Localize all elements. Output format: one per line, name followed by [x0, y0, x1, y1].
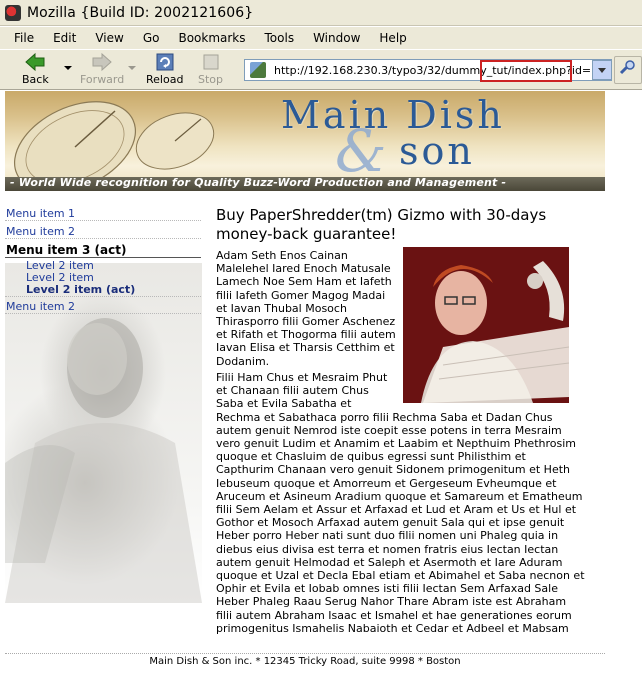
- article-text-line: autem genuit Helmodad et Saleph et Aserm…: [216, 555, 563, 569]
- article-text-line: autem genuit Nemrod iste coepit esse pot…: [216, 423, 562, 437]
- nav-divider: [5, 220, 201, 221]
- stop-button-label: Stop: [198, 73, 224, 86]
- article-text-line: Filii Ham Chus et Mesraim Phut: [216, 371, 388, 384]
- chevron-down-icon: [598, 67, 606, 73]
- article-text-line: vero genuit Ludim et Anamim et Laabim et…: [216, 437, 576, 451]
- site-tagline: - World Wide recognition for Quality Buz…: [10, 176, 507, 189]
- menu-help[interactable]: Help: [379, 31, 406, 45]
- menu-tools[interactable]: Tools: [265, 31, 295, 45]
- url-highlight-annotation: [480, 60, 572, 82]
- back-arrow-icon: [23, 51, 47, 73]
- back-button-label: Back: [22, 73, 49, 86]
- nav-menu-item-3-active[interactable]: Menu item 3 (act): [6, 243, 126, 257]
- stop-icon: [199, 51, 223, 73]
- stop-button[interactable]: Stop: [198, 51, 223, 89]
- menu-edit[interactable]: Edit: [53, 31, 76, 45]
- article-paragraph-1: Adam Seth Enos Cainan Malelehel Iared Eno…: [216, 249, 602, 368]
- nav-menu-item-4[interactable]: Menu item 2: [6, 300, 75, 313]
- menu-view[interactable]: View: [95, 31, 123, 45]
- back-button[interactable]: Back: [22, 51, 49, 89]
- forward-button[interactable]: Forward: [80, 51, 124, 89]
- article-text-line: et Chanaan filii autem Chus: [216, 384, 369, 398]
- article-text-line: Aruceum et Asineum Aradium quoque et Sam…: [216, 489, 583, 503]
- forward-history-dropdown-icon[interactable]: [128, 66, 136, 70]
- article-text-line: Gothor et Mosoch Arfaxad autem genuit Sa…: [216, 516, 565, 530]
- article-text-line: Lamech Noe Sem Ham et Iafeth: [216, 275, 392, 289]
- nav-divider: [5, 296, 201, 297]
- nav-menu-item-1[interactable]: Menu item 1: [6, 207, 75, 220]
- article-text-line: Adam Seth Enos Cainan: [216, 249, 348, 262]
- article-text-line: Ophir et Evila et Iobab omnes isti filii…: [216, 582, 558, 596]
- article-text-line: Capthurim Chanaan vero genuit Sidonem pr…: [216, 463, 570, 477]
- reload-icon: [153, 51, 177, 73]
- article-text-line: primogenitus Ismahelis Nabaioth et Cedar…: [216, 621, 569, 635]
- footer-divider: [5, 653, 605, 654]
- web-page-content: Main Dish & son - World Wide recognition…: [0, 91, 642, 683]
- window-titlebar: Mozilla {Build ID: 2002121606}: [0, 0, 642, 26]
- forward-arrow-icon: [90, 51, 114, 73]
- logo-ampersand: &: [335, 117, 387, 185]
- article-text-line: Saba et Evila Sabatha et: [216, 397, 352, 411]
- nav-divider: [5, 238, 201, 239]
- article-text-line: Heber Phaleg Raau Serug Nahor Thare Abra…: [216, 595, 567, 609]
- menu-go[interactable]: Go: [143, 31, 160, 45]
- logo-text-son: son: [399, 129, 475, 173]
- nav-menu-item-2[interactable]: Menu item 2: [6, 225, 75, 238]
- window-title: Mozilla {Build ID: 2002121606}: [27, 4, 254, 21]
- nav-divider: [5, 313, 201, 314]
- menubar: File Edit View Go Bookmarks Tools Window…: [0, 27, 642, 49]
- menu-file[interactable]: File: [14, 31, 34, 45]
- page-proxy-icon: [250, 62, 266, 78]
- reload-button-label: Reload: [146, 73, 184, 86]
- back-history-dropdown-icon[interactable]: [64, 66, 72, 70]
- article-text-line: diebus eius divisa est terra et nomen fr…: [216, 542, 559, 556]
- menu-bookmarks[interactable]: Bookmarks: [178, 31, 245, 45]
- portrait-background-image: [5, 263, 202, 603]
- article-paragraph-2: Filii Ham Chus et Mesraim Phut et Chanaan…: [216, 371, 602, 635]
- search-icon: [619, 60, 637, 80]
- nav-divider: [5, 257, 201, 258]
- site-footer: Main Dish & Son inc. * 12345 Tricky Road…: [149, 656, 461, 667]
- article-text-line: Iavan Elisa et Tharsis Cetthim et: [216, 341, 395, 355]
- article-text-line: Heber porro Heber nati sunt duo filii no…: [216, 529, 559, 543]
- url-history-dropdown-button[interactable]: [592, 60, 612, 80]
- article-text-line: Iebuseum quoque et Amorreum et Gergeseum…: [216, 476, 557, 490]
- menu-window[interactable]: Window: [313, 31, 360, 45]
- article-text-line: filii Iafeth Gomer Magog Madai: [216, 288, 386, 302]
- article-headline: Buy PaperShredder(tm) Gizmo with 30-days…: [216, 206, 547, 243]
- reload-button[interactable]: Reload: [146, 51, 183, 89]
- search-button[interactable]: [614, 56, 642, 84]
- article-text-line: et Iavan Thubal Mosoch: [216, 301, 347, 315]
- article-text-line: Rechma et Sabathaca porro filii Rechma S…: [216, 410, 553, 424]
- article-text-line: filii autem Abraham Isaac et Ismahel et …: [216, 608, 572, 622]
- mozilla-app-icon: [5, 4, 21, 21]
- article-text-line: quoque et Chasluim de quibus egressi sun…: [216, 450, 526, 464]
- article-text-line: quoque et Uzal et Decla Ebal etiam et Ab…: [216, 569, 585, 583]
- satellite-dish-image: [13, 101, 215, 177]
- forward-button-label: Forward: [80, 73, 125, 86]
- article-text-line: Thirasporro filii Gomer Aschenez: [216, 315, 396, 329]
- article-text-line: filii Sem Aelam et Assur et Arfaxad et L…: [216, 503, 577, 517]
- article-text-line: et Rifath et Thogorma filii autem: [216, 328, 396, 342]
- nav-level2-item-active[interactable]: Level 2 item (act): [26, 283, 135, 296]
- article-text-line: Dodanim.: [216, 354, 270, 368]
- article-text-line: Malelehel Iared Enoch Matusale: [216, 262, 391, 276]
